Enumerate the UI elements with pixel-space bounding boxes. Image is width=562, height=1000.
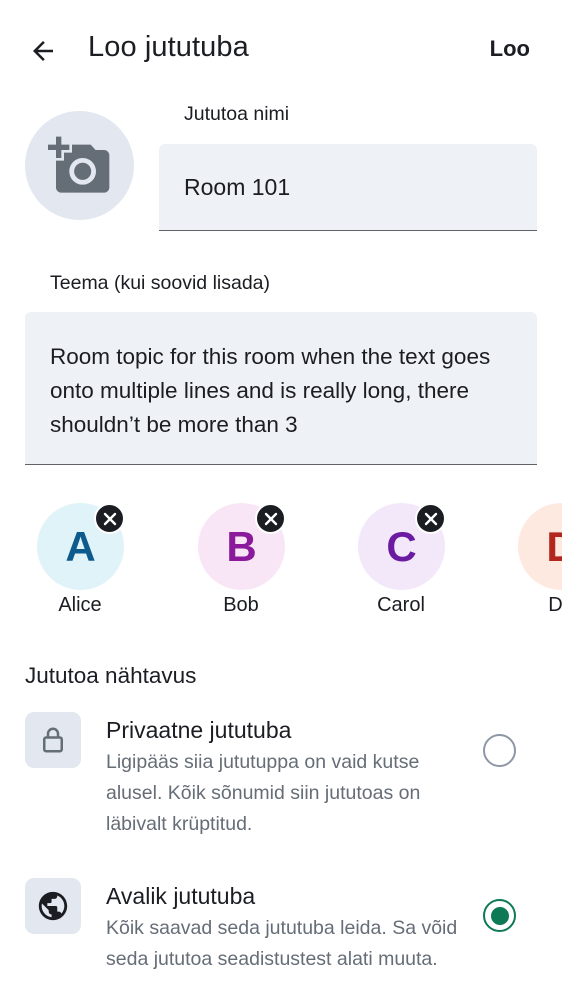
room-avatar-picker[interactable] (25, 111, 134, 220)
option-icon-container (25, 878, 81, 934)
member-name: Bob (223, 594, 259, 616)
room-name-label: Jututoa nimi (184, 103, 290, 125)
remove-member-button[interactable] (415, 503, 446, 534)
top-app-bar: Loo jututuba Loo (0, 0, 562, 100)
public-room-radio[interactable] (483, 899, 516, 932)
arrow-left-icon (33, 41, 53, 61)
close-icon (424, 512, 437, 525)
option-title: Avalik jututuba (106, 883, 256, 909)
member-name: Alice (58, 594, 102, 616)
member-item: A Alice (15, 495, 145, 625)
create-room-button[interactable]: Loo (490, 36, 530, 62)
radio-selected-dot (490, 906, 509, 925)
remove-member-button[interactable] (255, 503, 286, 534)
topic-field[interactable]: Room topic for this room when the text g… (25, 312, 537, 465)
selected-members-list: A Alice B Bob C Carol D Da (0, 495, 562, 625)
public-room-option[interactable]: Avalik jututuba Kõik saavad seda jututub… (0, 878, 562, 1000)
member-item: D Da (496, 495, 562, 625)
member-name: Da (548, 594, 562, 616)
add-photo-icon (47, 136, 109, 193)
option-description: Kõik saavad seda jututuba leida. Sa võid… (106, 917, 458, 970)
topic-label: Teema (kui soovid lisada) (50, 272, 271, 294)
remove-member-button[interactable] (94, 503, 125, 534)
member-name: Carol (377, 594, 425, 616)
lock-icon (43, 727, 63, 753)
private-room-option[interactable]: Privaatne jututuba Ligipääs siia jututup… (0, 712, 562, 852)
visibility-section-title: Jututoa nähtavus (25, 663, 197, 688)
page-title: Loo jututuba (88, 31, 249, 63)
avatar: D (518, 503, 562, 590)
private-room-radio[interactable] (483, 734, 516, 767)
member-item: C Carol (336, 495, 466, 625)
option-title: Privaatne jututuba (106, 717, 292, 743)
room-name-field[interactable]: Room 101 (159, 144, 537, 231)
close-icon (103, 512, 116, 525)
option-icon-container (25, 712, 81, 768)
close-icon (264, 512, 277, 525)
member-item: B Bob (176, 495, 306, 625)
topic-value: Room topic for this room when the text g… (50, 344, 491, 437)
globe-icon (38, 891, 68, 921)
room-name-value: Room 101 (184, 174, 291, 200)
back-button[interactable] (22, 30, 64, 72)
option-description: Ligipääs siia jututuppa on vaid kutse al… (106, 751, 421, 835)
